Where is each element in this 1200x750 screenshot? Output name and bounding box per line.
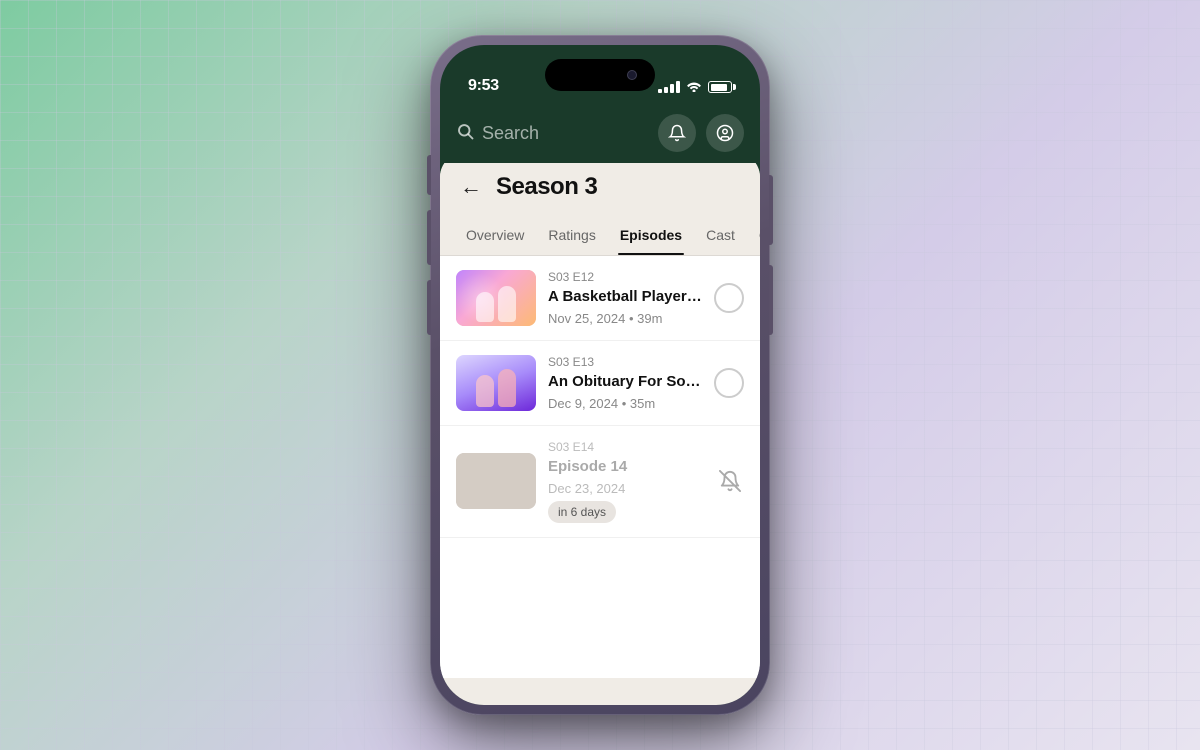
tab-episodes[interactable]: Episodes (610, 217, 692, 255)
tab-ratings[interactable]: Ratings (538, 217, 605, 255)
coming-soon-badge: in 6 days (548, 501, 616, 523)
content-card: ← Season 3 Overview Ratings Episodes Cas… (440, 153, 760, 705)
episode-code-ep12: S03 E12 (548, 270, 702, 284)
episode-title-ep12: A Basketball Player's Far Too El... (548, 287, 702, 307)
power-button (769, 175, 773, 245)
bell-slash-icon (716, 467, 744, 495)
signal-icon (658, 81, 680, 93)
tab-bar: Overview Ratings Episodes Cast Crew Stre… (440, 217, 760, 256)
season-title: Season 3 (496, 173, 597, 201)
episode-meta-ep12: Nov 25, 2024 • 39m (548, 311, 702, 326)
episode-thumbnail-ep12 (456, 270, 536, 326)
notification-button[interactable] (658, 114, 696, 152)
back-button[interactable]: ← (460, 176, 482, 198)
episode-meta-ep13: Dec 9, 2024 • 35m (548, 396, 702, 411)
episodes-list: S03 E12 A Basketball Player's Far Too El… (440, 256, 760, 678)
episode-thumbnail-ep13 (456, 355, 536, 411)
search-icon (456, 122, 474, 145)
episode-item-ep12[interactable]: S03 E12 A Basketball Player's Far Too El… (440, 256, 760, 341)
camera-dot (627, 70, 637, 80)
status-time: 9:53 (468, 77, 499, 95)
episode-action-ep13[interactable] (714, 368, 744, 398)
battery-icon (708, 81, 732, 93)
tab-cast[interactable]: Cast (696, 217, 745, 255)
search-placeholder-text: Search (482, 123, 539, 144)
search-bar: Search (440, 103, 760, 163)
power-button-lower (769, 265, 773, 335)
phone-device: 9:53 (430, 35, 770, 715)
episode-code-ep13: S03 E13 (548, 355, 702, 369)
episode-title-ep14: Episode 14 (548, 457, 704, 477)
watched-checkbox-ep13[interactable] (714, 368, 744, 398)
episode-info-ep12: S03 E12 A Basketball Player's Far Too El… (548, 270, 702, 326)
status-icons (658, 79, 732, 95)
episode-code-ep14: S03 E14 (548, 440, 704, 454)
episode-action-ep14 (716, 467, 744, 495)
episode-info-ep14: S03 E14 Episode 14 Dec 23, 2024 in 6 day… (548, 440, 704, 523)
watched-checkbox-ep12[interactable] (714, 283, 744, 313)
volume-up-button (427, 155, 431, 195)
search-input-area[interactable]: Search (456, 122, 648, 145)
episode-meta-ep14: Dec 23, 2024 (548, 481, 704, 496)
mute-button (427, 280, 431, 335)
episode-item-ep13[interactable]: S03 E13 An Obituary For Someone Who... D… (440, 341, 760, 426)
phone-screen: 9:53 (440, 45, 760, 705)
profile-button[interactable] (706, 114, 744, 152)
volume-down-button (427, 210, 431, 265)
episode-thumbnail-ep14 (456, 453, 536, 509)
tab-crew[interactable]: Crew (749, 217, 760, 255)
dynamic-island (545, 59, 655, 91)
episode-item-ep14: S03 E14 Episode 14 Dec 23, 2024 in 6 day… (440, 426, 760, 538)
episode-title-ep13: An Obituary For Someone Who... (548, 372, 702, 392)
episode-info-ep13: S03 E13 An Obituary For Someone Who... D… (548, 355, 702, 411)
phone-shell: 9:53 (430, 35, 770, 715)
episode-action-ep12[interactable] (714, 283, 744, 313)
tab-overview[interactable]: Overview (456, 217, 534, 255)
wifi-icon (686, 79, 702, 95)
